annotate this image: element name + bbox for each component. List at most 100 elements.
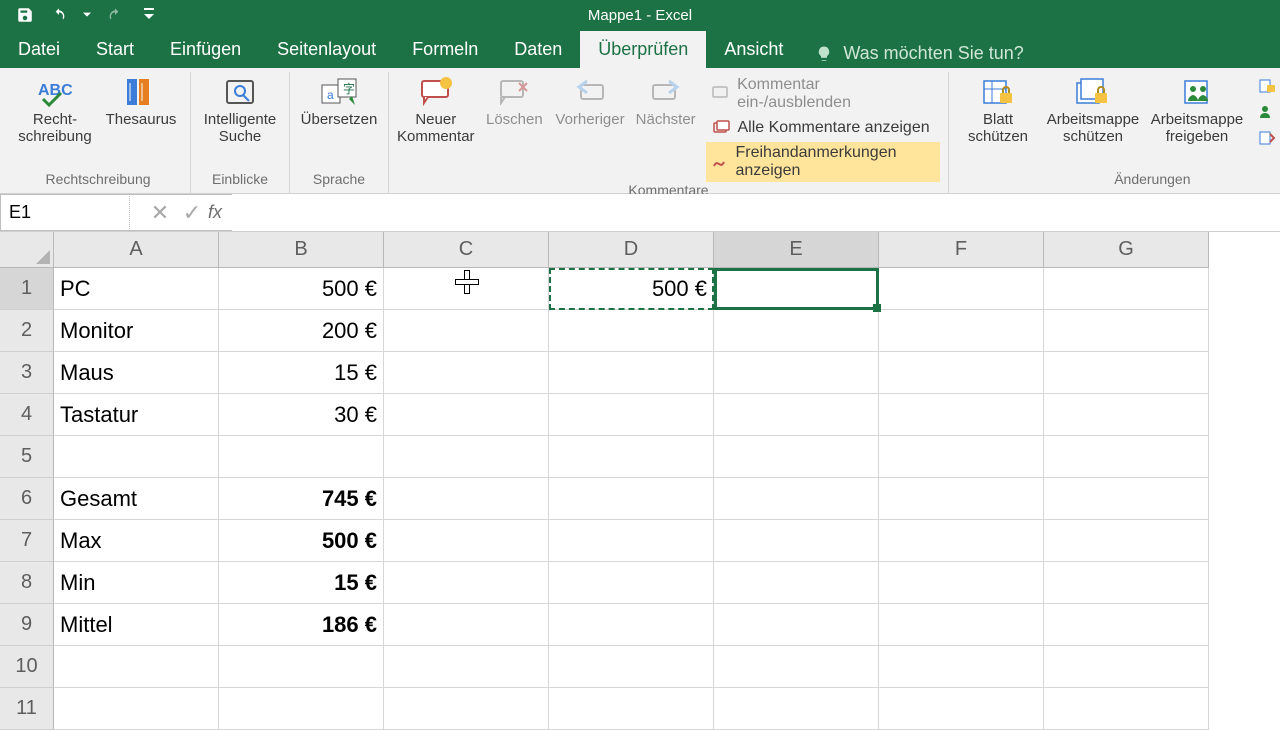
cell[interactable] (384, 436, 549, 478)
cell[interactable] (384, 604, 549, 646)
cell[interactable] (384, 520, 549, 562)
cell[interactable] (219, 688, 384, 730)
tab-insert[interactable]: Einfügen (152, 31, 259, 68)
smart-lookup-button[interactable]: Intelligente Suche (199, 72, 281, 145)
cell[interactable] (384, 562, 549, 604)
previous-comment-button[interactable]: Vorheriger (554, 72, 626, 129)
cell[interactable] (549, 436, 714, 478)
cell[interactable] (219, 436, 384, 478)
track-changes-button[interactable]: Änderu (1251, 126, 1280, 150)
cell[interactable] (384, 310, 549, 352)
cell[interactable] (1044, 562, 1209, 604)
cell[interactable] (549, 646, 714, 688)
cell[interactable]: 745 € (219, 478, 384, 520)
cell[interactable] (714, 604, 879, 646)
translate-button[interactable]: a字 Übersetzen (298, 72, 380, 129)
cell[interactable] (879, 394, 1044, 436)
cell[interactable] (549, 352, 714, 394)
cell[interactable] (879, 352, 1044, 394)
column-header-E[interactable]: E (714, 232, 879, 268)
delete-comment-button[interactable]: Löschen (479, 72, 551, 129)
cell[interactable] (1044, 268, 1209, 310)
cell[interactable]: 500 € (219, 520, 384, 562)
cell[interactable] (549, 520, 714, 562)
cell[interactable]: Max (54, 520, 219, 562)
row-header-4[interactable]: 4 (0, 394, 54, 436)
cell[interactable]: Maus (54, 352, 219, 394)
cell[interactable] (549, 478, 714, 520)
show-hide-comment-button[interactable]: Kommentar ein-/ausblenden (706, 74, 941, 114)
spelling-button[interactable]: ABC Recht- schreibung (14, 72, 96, 145)
row-header-9[interactable]: 9 (0, 604, 54, 646)
column-header-C[interactable]: C (384, 232, 549, 268)
row-header-7[interactable]: 7 (0, 520, 54, 562)
spreadsheet-grid[interactable]: ABCDEFG 1234567891011 PC500 €500 €Monito… (0, 232, 1280, 720)
tab-view[interactable]: Ansicht (706, 31, 801, 68)
cell[interactable] (54, 646, 219, 688)
cell[interactable] (384, 688, 549, 730)
cell[interactable] (384, 478, 549, 520)
cell[interactable] (879, 310, 1044, 352)
cell[interactable] (1044, 436, 1209, 478)
column-headers[interactable]: ABCDEFG (54, 232, 1280, 268)
row-header-3[interactable]: 3 (0, 352, 54, 394)
cell[interactable] (384, 394, 549, 436)
cell[interactable] (549, 604, 714, 646)
qat-customize-icon[interactable] (138, 4, 160, 26)
row-header-11[interactable]: 11 (0, 688, 54, 730)
column-header-A[interactable]: A (54, 232, 219, 268)
cell[interactable] (1044, 478, 1209, 520)
protect-sheet-button[interactable]: Blatt schützen (957, 72, 1039, 145)
cell[interactable] (879, 478, 1044, 520)
cell[interactable]: 30 € (219, 394, 384, 436)
cell[interactable] (1044, 394, 1209, 436)
cell[interactable] (714, 646, 879, 688)
cell[interactable] (384, 646, 549, 688)
cell[interactable]: 200 € (219, 310, 384, 352)
cell[interactable] (879, 436, 1044, 478)
cell[interactable] (549, 562, 714, 604)
tab-home[interactable]: Start (78, 31, 152, 68)
tellme-box[interactable]: Was möchten Sie tun? (801, 43, 1037, 64)
cell[interactable] (54, 436, 219, 478)
cell[interactable] (219, 646, 384, 688)
share-workbook-button[interactable]: Arbeitsmappe freigeben (1147, 72, 1247, 145)
cell[interactable] (879, 268, 1044, 310)
cell[interactable] (714, 394, 879, 436)
protect-workbook-button[interactable]: Arbeitsmappe schützen (1043, 72, 1143, 145)
tab-review[interactable]: Überprüfen (580, 31, 706, 68)
cell[interactable] (1044, 520, 1209, 562)
row-header-2[interactable]: 2 (0, 310, 54, 352)
row-header-8[interactable]: 8 (0, 562, 54, 604)
show-all-comments-button[interactable]: Alle Kommentare anzeigen (706, 116, 941, 140)
undo-icon[interactable] (48, 4, 70, 26)
cell[interactable] (714, 310, 879, 352)
tab-formulas[interactable]: Formeln (394, 31, 496, 68)
cells-area[interactable]: PC500 €500 €Monitor200 €Maus15 €Tastatur… (54, 268, 1280, 720)
cell[interactable]: Tastatur (54, 394, 219, 436)
cell[interactable]: Mittel (54, 604, 219, 646)
column-header-F[interactable]: F (879, 232, 1044, 268)
cell[interactable]: Monitor (54, 310, 219, 352)
name-box[interactable] (0, 194, 120, 231)
column-header-B[interactable]: B (219, 232, 384, 268)
tab-layout[interactable]: Seitenlayout (259, 31, 394, 68)
cell[interactable] (1044, 604, 1209, 646)
cell[interactable] (879, 646, 1044, 688)
cell[interactable] (714, 268, 879, 310)
cell[interactable]: Gesamt (54, 478, 219, 520)
cell[interactable] (879, 562, 1044, 604)
tab-file[interactable]: Datei (0, 31, 78, 68)
allow-edit-ranges-button[interactable]: Arbeitsn (1251, 74, 1280, 98)
row-header-6[interactable]: 6 (0, 478, 54, 520)
cell[interactable] (714, 352, 879, 394)
cell[interactable] (879, 688, 1044, 730)
accept-formula-icon[interactable]: ✓ (176, 194, 208, 231)
cell[interactable]: Min (54, 562, 219, 604)
cell[interactable] (384, 268, 549, 310)
save-icon[interactable] (14, 4, 36, 26)
select-all-cells[interactable] (0, 232, 54, 268)
row-header-10[interactable]: 10 (0, 646, 54, 688)
cell[interactable] (714, 688, 879, 730)
column-header-G[interactable]: G (1044, 232, 1209, 268)
